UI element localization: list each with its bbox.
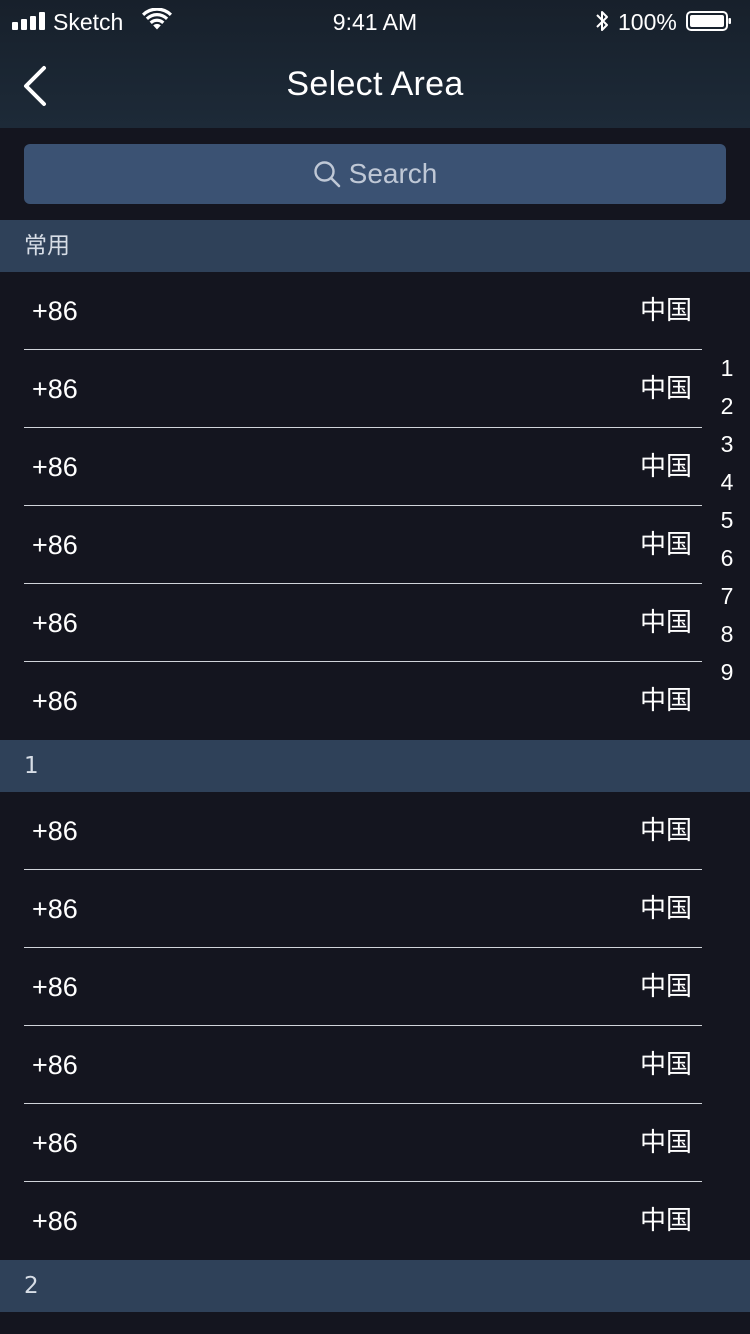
index-item-1[interactable]: 1 bbox=[710, 349, 744, 387]
list-item[interactable]: +86 中国 bbox=[0, 506, 750, 584]
section-header-1: 1 bbox=[0, 740, 750, 792]
search-icon bbox=[313, 161, 340, 188]
battery-icon bbox=[686, 11, 731, 31]
list-item[interactable]: +86 中国 bbox=[0, 662, 750, 740]
area-code: +86 bbox=[32, 686, 78, 716]
list-item[interactable]: +86 中国 bbox=[0, 948, 750, 1026]
country-name: 中国 bbox=[639, 1128, 692, 1158]
country-name: 中国 bbox=[639, 1050, 692, 1080]
battery-percentage: 100% bbox=[618, 9, 677, 35]
area-list: 常用 +86 中国 +86 中国 +86 中国 +86 中国 +86 中国 +86 中国 1… bbox=[0, 220, 750, 1312]
status-bar: Sketch 9:41 AM 100% bbox=[0, 0, 750, 44]
section-index-bar[interactable]: 1 2 3 4 5 6 7 8 9 bbox=[710, 349, 744, 691]
header: Sketch 9:41 AM 100% Select Area bbox=[0, 0, 750, 128]
list-item[interactable]: +86 中国 bbox=[0, 1026, 750, 1104]
area-code: +86 bbox=[32, 530, 78, 560]
nav-bar: Select Area bbox=[0, 44, 750, 128]
index-item-2[interactable]: 2 bbox=[710, 387, 744, 425]
country-name: 中国 bbox=[639, 816, 692, 846]
area-code: +86 bbox=[32, 1206, 78, 1236]
country-name: 中国 bbox=[639, 686, 692, 716]
list-item[interactable]: +86 中国 bbox=[0, 428, 750, 506]
bluetooth-icon bbox=[596, 11, 608, 31]
area-code: +86 bbox=[32, 1128, 78, 1158]
area-code: +86 bbox=[32, 894, 78, 924]
section-header-2: 2 bbox=[0, 1260, 750, 1312]
country-name: 中国 bbox=[639, 894, 692, 924]
area-code: +86 bbox=[32, 374, 78, 404]
page-title: Select Area bbox=[286, 65, 464, 103]
country-name: 中国 bbox=[639, 452, 692, 482]
search-placeholder: Search bbox=[348, 158, 438, 189]
list-item[interactable]: +86 中国 bbox=[0, 1182, 750, 1260]
country-name: 中国 bbox=[639, 1206, 692, 1236]
index-item-9[interactable]: 9 bbox=[710, 653, 744, 691]
area-code: +86 bbox=[32, 972, 78, 1002]
index-item-5[interactable]: 5 bbox=[710, 501, 744, 539]
list-item[interactable]: +86 中国 bbox=[0, 792, 750, 870]
country-name: 中国 bbox=[639, 374, 692, 404]
area-code: +86 bbox=[32, 608, 78, 638]
index-item-3[interactable]: 3 bbox=[710, 425, 744, 463]
area-code: +86 bbox=[32, 296, 78, 326]
list-item[interactable]: +86 中国 bbox=[0, 350, 750, 428]
search-input[interactable]: Search bbox=[24, 144, 726, 204]
section-header-common: 常用 bbox=[0, 220, 750, 272]
country-name: 中国 bbox=[639, 296, 692, 326]
country-name: 中国 bbox=[639, 972, 692, 1002]
list-item[interactable]: +86 中国 bbox=[0, 584, 750, 662]
list-item[interactable]: +86 中国 bbox=[0, 272, 750, 350]
search-bar-container: Search bbox=[0, 128, 750, 220]
index-item-7[interactable]: 7 bbox=[710, 577, 744, 615]
country-name: 中国 bbox=[639, 530, 692, 560]
area-code: +86 bbox=[32, 1050, 78, 1080]
index-item-8[interactable]: 8 bbox=[710, 615, 744, 653]
list-item[interactable]: +86 中国 bbox=[0, 870, 750, 948]
area-code: +86 bbox=[32, 816, 78, 846]
index-item-6[interactable]: 6 bbox=[710, 539, 744, 577]
list-item[interactable]: +86 中国 bbox=[0, 1104, 750, 1182]
index-item-4[interactable]: 4 bbox=[710, 463, 744, 501]
area-code: +86 bbox=[32, 452, 78, 482]
country-name: 中国 bbox=[639, 608, 692, 638]
